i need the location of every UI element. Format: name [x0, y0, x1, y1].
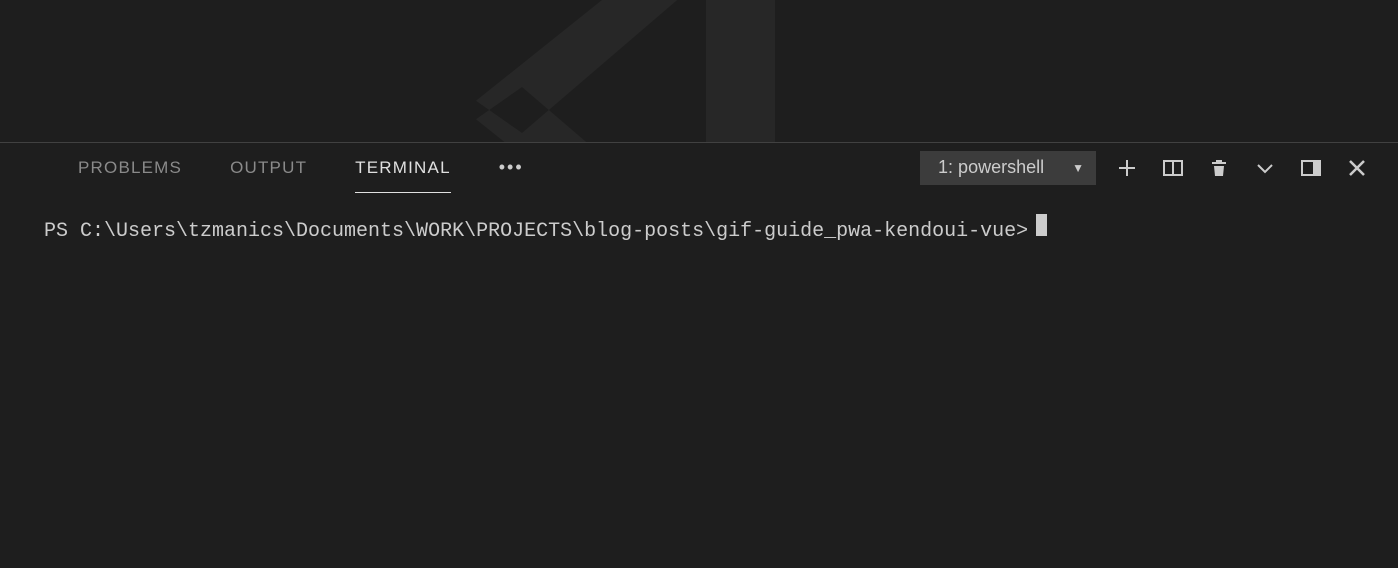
tab-output[interactable]: OUTPUT	[206, 143, 331, 192]
new-terminal-button[interactable]	[1104, 150, 1150, 186]
terminal-selector-dropdown[interactable]: 1: powershell ▼	[920, 151, 1096, 185]
panel-tabs: PROBLEMS OUTPUT TERMINAL •••	[0, 143, 548, 192]
close-icon	[1347, 158, 1367, 178]
split-icon	[1163, 158, 1183, 178]
expand-panel-button[interactable]	[1242, 150, 1288, 186]
editor-area	[0, 0, 1398, 142]
caret-down-icon: ▼	[1072, 161, 1084, 175]
terminal-cursor	[1036, 214, 1047, 236]
trash-icon	[1209, 158, 1229, 178]
terminal-prompt: PS C:\Users\tzmanics\Documents\WORK\PROJ…	[44, 220, 1028, 243]
panel-more-tabs[interactable]: •••	[475, 157, 548, 178]
panel-right-icon	[1301, 158, 1321, 178]
kill-terminal-button[interactable]	[1196, 150, 1242, 186]
tab-problems[interactable]: PROBLEMS	[0, 143, 206, 192]
vscode-logo-watermark	[430, 0, 890, 142]
ellipsis-icon: •••	[499, 157, 524, 178]
tab-terminal[interactable]: TERMINAL	[331, 143, 475, 192]
terminal-selected-label: 1: powershell	[938, 157, 1044, 178]
toggle-panel-button[interactable]	[1288, 150, 1334, 186]
plus-icon	[1117, 158, 1137, 178]
panel-header: PROBLEMS OUTPUT TERMINAL ••• 1: powershe…	[0, 142, 1398, 192]
chevron-down-icon	[1255, 158, 1275, 178]
terminal-body[interactable]: PS C:\Users\tzmanics\Documents\WORK\PROJ…	[0, 192, 1398, 265]
split-terminal-button[interactable]	[1150, 150, 1196, 186]
close-panel-button[interactable]	[1334, 150, 1380, 186]
panel-actions	[1104, 150, 1380, 186]
